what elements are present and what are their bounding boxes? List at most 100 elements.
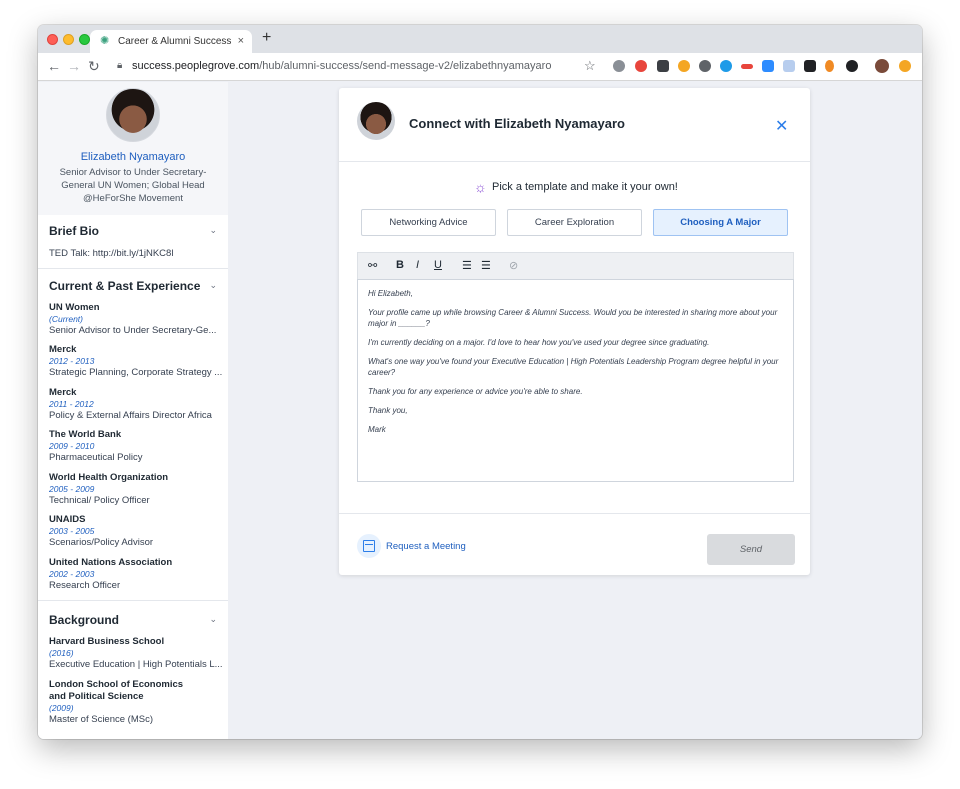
- experience-dates: 2005 - 2009: [49, 484, 95, 494]
- avatar: [357, 102, 395, 140]
- message-paragraph: Hi Elizabeth,: [368, 289, 413, 298]
- profile-card: Elizabeth Nyamayaro Senior Advisor to Un…: [38, 82, 228, 215]
- new-tab-button[interactable]: +: [262, 29, 271, 47]
- bullet-list-button[interactable]: ☰: [481, 259, 491, 272]
- message-paragraph: Your profile came up while browsing Care…: [368, 308, 778, 328]
- extension-icon[interactable]: [657, 60, 669, 72]
- experience-item: Merck 2012 - 2013 Strategic Planning, Co…: [49, 344, 224, 379]
- education-school: Harvard Business School: [49, 636, 165, 647]
- request-meeting-button[interactable]: [357, 534, 381, 558]
- section-title: Current & Past Experience: [49, 279, 201, 293]
- bold-button[interactable]: B: [396, 259, 404, 271]
- section-title: Brief Bio: [49, 224, 100, 238]
- template-choosing-a-major[interactable]: Choosing A Major: [653, 209, 788, 236]
- send-button[interactable]: Send: [707, 534, 795, 565]
- back-button[interactable]: ←: [47, 58, 61, 74]
- experience-org: Merck: [49, 344, 77, 355]
- message-paragraph: Thank you for any experience or advice y…: [368, 387, 583, 396]
- experience-role: Senior Advisor to Under Secretary-Ge...: [49, 325, 217, 336]
- template-networking-advice[interactable]: Networking Advice: [361, 209, 496, 236]
- profile-name[interactable]: Elizabeth Nyamayaro: [38, 151, 228, 163]
- profile-avatar-icon[interactable]: [875, 59, 889, 73]
- ordered-list-button[interactable]: ☰: [462, 259, 472, 272]
- education-school: London School of Economics and Political…: [49, 679, 184, 702]
- modal-title: Connect with Elizabeth Nyamayaro: [409, 116, 625, 131]
- extension-icon[interactable]: [699, 60, 711, 72]
- editor-toolbar: ⚯ B I U ☰ ☰ ⊘: [357, 252, 794, 279]
- calendar-icon: [363, 540, 375, 552]
- profile-headline-line: @HeForShe Movement: [83, 193, 183, 204]
- minimize-window-button[interactable]: [63, 34, 74, 45]
- maximize-window-button[interactable]: [79, 34, 90, 45]
- browser-tab[interactable]: ✺ Career & Alumni Success ×: [90, 30, 252, 53]
- experience-role: Research Officer: [49, 580, 121, 591]
- extension-icon[interactable]: [635, 60, 647, 72]
- education-year: (2009): [49, 703, 74, 713]
- request-meeting-link[interactable]: Request a Meeting: [386, 541, 466, 552]
- divider: [339, 161, 810, 162]
- experience-dates: 2012 - 2013: [49, 356, 95, 366]
- experience-role: Strategic Planning, Corporate Strategy .…: [49, 367, 223, 378]
- experience-org: World Health Organization: [49, 472, 169, 483]
- experience-role: Technical/ Policy Officer: [49, 495, 150, 506]
- experience-dates: (Current): [49, 314, 84, 324]
- education-program: Executive Education | High Potentials L.…: [49, 659, 223, 670]
- divider: [38, 268, 228, 269]
- experience-item: World Health Organization 2005 - 2009 Te…: [49, 472, 224, 507]
- brief-bio-text: TED Talk: http://bit.ly/1jNKC8l: [49, 248, 174, 259]
- italic-button[interactable]: I: [416, 259, 419, 271]
- close-icon[interactable]: ✕: [775, 116, 788, 136]
- education-item: Harvard Business School (2016) Executive…: [49, 636, 224, 671]
- extension-icon[interactable]: [846, 60, 858, 72]
- chevron-down-icon[interactable]: ⌄: [209, 614, 217, 625]
- experience-org: UN Women: [49, 302, 100, 313]
- address-bar[interactable]: success.peoplegrove.com/hub/alumni-succe…: [132, 60, 551, 72]
- link-icon[interactable]: ⚯: [368, 259, 377, 272]
- attachment-icon[interactable]: ⊘: [509, 259, 518, 272]
- url-path: /hub/alumni-success/send-message-v2/eliz…: [259, 60, 552, 72]
- education-item: London School of Economics and Political…: [49, 679, 199, 726]
- profile-headline-line: Senior Advisor to Under Secretary-: [59, 167, 207, 178]
- template-career-exploration[interactable]: Career Exploration: [507, 209, 642, 236]
- chevron-down-icon[interactable]: ⌄: [209, 280, 217, 291]
- message-editor[interactable]: Hi Elizabeth, Your profile came up while…: [357, 279, 794, 482]
- close-window-button[interactable]: [47, 34, 58, 45]
- extension-icon[interactable]: [762, 60, 774, 72]
- experience-role: Scenarios/Policy Advisor: [49, 537, 154, 548]
- experience-heading[interactable]: Current & Past Experience ⌄: [49, 279, 217, 293]
- page-content: Elizabeth Nyamayaro Senior Advisor to Un…: [38, 82, 922, 739]
- experience-dates: 2002 - 2003: [49, 569, 95, 579]
- template-prompt: Pick a template and make it your own!: [492, 181, 678, 193]
- experience-org: United Nations Association: [49, 557, 173, 568]
- extension-icon[interactable]: [613, 60, 625, 72]
- update-icon[interactable]: [899, 60, 911, 72]
- bookmark-star-icon[interactable]: ☆: [584, 58, 596, 74]
- message-paragraph: What's one way you've found your Executi…: [368, 357, 779, 377]
- lock-icon[interactable]: 🔒︎: [117, 60, 122, 71]
- extension-icon[interactable]: [804, 60, 816, 72]
- message-paragraph: Mark: [368, 425, 386, 434]
- extension-icon[interactable]: [678, 60, 690, 72]
- extension-icon[interactable]: [720, 60, 732, 72]
- avatar: [106, 88, 160, 142]
- forward-button[interactable]: →: [67, 58, 81, 74]
- extension-icon[interactable]: [783, 60, 795, 72]
- browser-toolbar: ← → ↻ 🔒︎ success.peoplegrove.com/hub/alu…: [38, 53, 922, 81]
- tab-title: Career & Alumni Success: [118, 36, 232, 47]
- lightbulb-icon: ☼: [474, 179, 487, 195]
- background-heading[interactable]: Background ⌄: [49, 613, 217, 627]
- divider: [339, 513, 810, 514]
- brief-bio-heading[interactable]: Brief Bio ⌄: [49, 224, 217, 238]
- experience-item: United Nations Association 2002 - 2003 R…: [49, 557, 224, 592]
- experience-org: UNAIDS: [49, 514, 86, 525]
- extension-icon[interactable]: [825, 60, 834, 72]
- extension-icon[interactable]: [741, 64, 753, 69]
- underline-button[interactable]: U: [434, 259, 442, 271]
- experience-item: UNAIDS 2003 - 2005 Scenarios/Policy Advi…: [49, 514, 224, 549]
- experience-item: Merck 2011 - 2012 Policy & External Affa…: [49, 387, 224, 422]
- tab-close-icon[interactable]: ×: [238, 35, 244, 47]
- message-paragraph: I'm currently deciding on a major. I'd l…: [368, 338, 710, 347]
- chevron-down-icon[interactable]: ⌄: [209, 225, 217, 236]
- reload-button[interactable]: ↻: [88, 58, 100, 75]
- experience-item: The World Bank 2009 - 2010 Pharmaceutica…: [49, 429, 224, 464]
